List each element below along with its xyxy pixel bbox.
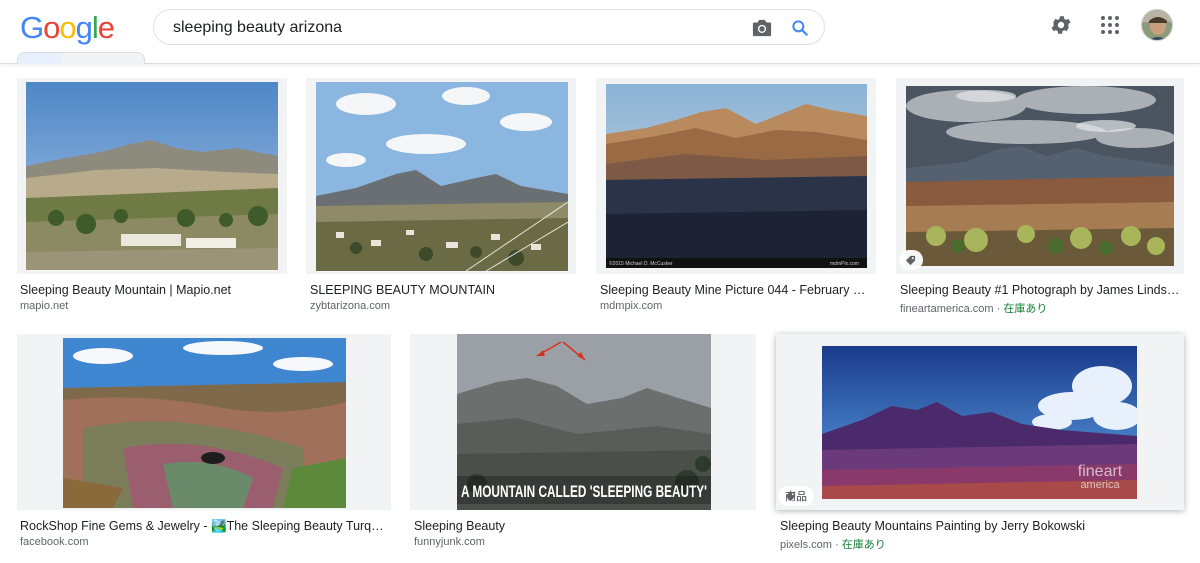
source-separator: · (993, 303, 1004, 315)
watermark-text: fineart (1078, 463, 1123, 480)
result-title[interactable]: SLEEPING BEAUTY MOUNTAIN (310, 283, 575, 297)
camera-icon[interactable] (751, 18, 773, 38)
watermark-text: ©2015 Michael D. McCusker (609, 260, 673, 267)
result-source-line[interactable]: fineartamerica.com · 在庫あり (900, 300, 1047, 316)
result-source[interactable]: zybtarizona.com (310, 300, 390, 312)
in-stock-label: 在庫あり (1003, 303, 1048, 315)
logo-letter: G (20, 10, 44, 45)
result-title[interactable]: Sleeping Beauty Mine Picture 044 - Febru… (600, 283, 868, 297)
result-title[interactable]: Sleeping Beauty Mountains Painting by Je… (780, 519, 1180, 533)
result-source: fineartamerica.com (900, 303, 994, 315)
result-source[interactable]: mapio.net (20, 300, 68, 312)
filter-chip-bar[interactable] (17, 52, 145, 64)
result-title[interactable]: Sleeping Beauty #1 Photograph by James L… (900, 283, 1180, 297)
avatar-photo (1142, 10, 1172, 40)
result-image (26, 82, 278, 270)
result-title[interactable]: RockShop Fine Gems & Jewelry - 🏞️The Sle… (20, 519, 384, 534)
shopping-tag-badge (899, 250, 923, 270)
search-icon[interactable] (790, 18, 810, 38)
result-thumbnail[interactable]: ©2015 Michael D. McCusker mdmPix.com (596, 78, 876, 274)
result-title[interactable]: Sleeping Beauty Mountain | Mapio.net (20, 283, 285, 297)
google-logo[interactable]: Google (20, 10, 115, 46)
logo-letter: g (75, 10, 93, 45)
result-thumbnail[interactable] (17, 78, 287, 274)
logo-letter: e (97, 10, 115, 45)
result-thumbnail[interactable] (17, 334, 391, 510)
result-thumbnail[interactable] (306, 78, 576, 274)
result-image: fineart america (822, 346, 1137, 499)
in-stock-label: 在庫あり (841, 539, 886, 551)
avatar[interactable] (1141, 9, 1173, 41)
result-image: A MOUNTAIN CALLED 'SLEEPING BEAUTY' (457, 334, 711, 510)
logo-letter: o (59, 10, 76, 45)
watermark-text: america (1080, 479, 1120, 491)
apps-grid-icon[interactable] (1100, 15, 1120, 35)
search-input[interactable] (173, 17, 733, 39)
result-title[interactable]: Sleeping Beauty (414, 519, 752, 533)
result-source[interactable]: mdmpix.com (600, 300, 662, 312)
gear-icon[interactable] (1049, 13, 1073, 37)
result-thumbnail[interactable] (896, 78, 1184, 274)
result-thumbnail[interactable]: A MOUNTAIN CALLED 'SLEEPING BEAUTY' (410, 334, 756, 510)
image-banner-text: A MOUNTAIN CALLED 'SLEEPING BEAUTY' (461, 482, 707, 501)
shopping-tag-badge: 商品 (778, 486, 814, 506)
logo-letter: o (43, 10, 60, 45)
watermark-site: mdmPix.com (830, 261, 859, 267)
result-image (316, 82, 568, 271)
result-thumbnail[interactable]: fineart america 商品 (776, 334, 1184, 510)
header-bar: Google (0, 0, 1200, 64)
result-source-line[interactable]: pixels.com · 在庫あり (780, 536, 886, 552)
source-separator: · (831, 539, 842, 551)
result-source[interactable]: funnyjunk.com (414, 536, 485, 548)
result-source[interactable]: facebook.com (20, 536, 88, 548)
tag-icon (905, 255, 916, 265)
tag-icon (785, 491, 796, 501)
result-image (63, 338, 346, 508)
search-box[interactable] (153, 9, 825, 45)
result-image: ©2015 Michael D. McCusker mdmPix.com (606, 84, 867, 268)
result-image (906, 86, 1174, 266)
result-source: pixels.com (780, 539, 832, 551)
